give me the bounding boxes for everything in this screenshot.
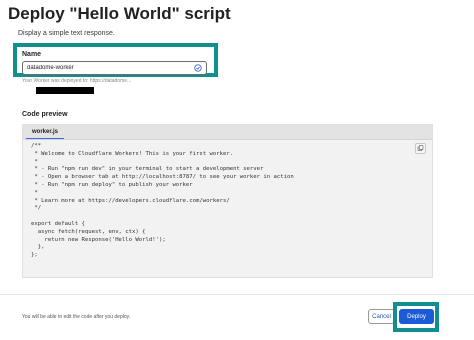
code-preview-panel: worker.js /** * Welcome to Cloudflare Wo… [22, 124, 433, 278]
page-title: Deploy "Hello World" script [8, 4, 231, 23]
copy-icon[interactable] [415, 143, 426, 154]
page-subtitle: Display a simple text response. [18, 30, 115, 37]
name-label: Name [22, 51, 42, 58]
redaction-bar [36, 87, 94, 94]
code-preview-label: Code preview [22, 111, 68, 118]
deploy-button[interactable]: Deploy [399, 309, 434, 324]
footer-divider [0, 294, 474, 295]
cancel-button[interactable]: Cancel [368, 309, 395, 324]
worker-url-help-text: Your Worker was deployed to: https://dat… [22, 78, 132, 84]
footer-note: You will be able to edit the code after … [22, 314, 131, 320]
check-circle-icon [194, 64, 202, 72]
worker-name-input[interactable] [22, 61, 207, 75]
tab-worker-js[interactable]: worker.js [26, 127, 65, 139]
code-tab-bar: worker.js [23, 125, 432, 140]
code-body: /** * Welcome to Cloudflare Workers! Thi… [31, 143, 294, 259]
